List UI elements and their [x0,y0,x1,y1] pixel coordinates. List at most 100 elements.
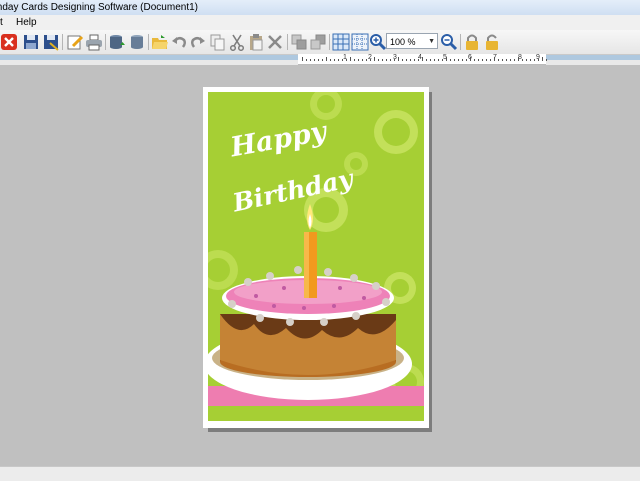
ruler-tick [362,59,363,61]
ruler-tick [334,59,335,61]
ruler-tick [366,59,367,61]
ruler-tick [390,59,391,61]
lock-icon[interactable] [463,33,481,51]
ruler-tick [526,59,527,61]
ruler-tick [414,59,415,61]
ruler-tick [438,59,439,61]
ruler-tick [426,59,427,61]
ruler-tick [522,59,523,61]
ruler-tick [538,59,539,61]
database-export-icon[interactable] [108,33,126,51]
ruler-tick [470,57,471,61]
ruler-tick [482,59,483,61]
ruler-tick [370,59,371,61]
ruler-tick [406,59,407,61]
ruler-tick [422,57,423,61]
ruler-tick [342,59,343,61]
menu-item-help[interactable]: Help [16,15,37,30]
ruler-tick [346,59,347,61]
zoom-in-icon[interactable] [369,33,387,51]
ruler-tick [306,59,307,61]
ruler-tick [310,59,311,61]
ruler-tick [510,59,511,61]
ruler-tick [486,59,487,61]
print-icon[interactable] [85,33,103,51]
ruler-tick [382,59,383,61]
toolbar-separator [105,34,106,50]
horizontal-ruler: 1 2 3 4 5 6 7 8 9 [298,54,547,65]
menu-item-edit[interactable]: t [0,15,3,30]
ruler-tick [494,57,495,61]
unlock-icon[interactable] [483,33,501,51]
copy-icon[interactable] [209,33,227,51]
card-artwork: Happy Birthday [208,92,424,406]
ruler-tick [490,59,491,61]
ruler-tick [542,57,543,61]
ruler-tick [466,59,467,61]
ruler-tick [386,59,387,61]
ruler-tick [518,57,519,61]
ruler-tick [474,59,475,61]
ruler-tick [358,59,359,61]
greeting-line1: Happy [227,116,331,164]
zoom-select[interactable]: 100 % ▼ [386,33,438,49]
cut-icon[interactable] [228,33,246,51]
edit-icon[interactable] [66,33,84,51]
ruler-tick [454,59,455,61]
save-as-icon[interactable] [42,33,60,51]
ruler-tick [546,59,547,61]
ruler-tick [330,59,331,61]
ruler-tick [458,59,459,61]
toolbar-separator [148,34,149,50]
title-bar: thday Cards Designing Software (Document… [0,0,640,15]
ruler-tick [514,59,515,61]
ruler-tick [478,59,479,61]
ruler-tick [374,57,375,61]
ruler-tick [442,59,443,61]
ruler-tick [314,59,315,61]
ruler-tick [410,59,411,61]
birthday-card[interactable]: Happy Birthday [208,92,424,421]
menu-bar: t Help [0,15,640,30]
ruler-tick [534,59,535,61]
zoom-value: 100 % [390,37,416,47]
window-title: thday Cards Designing Software (Document… [0,2,198,13]
toolbar-separator [62,34,63,50]
ruler-tick [498,59,499,61]
ruler-tick [354,59,355,61]
ruler-tick [446,57,447,61]
undo-icon[interactable] [170,33,188,51]
redo-icon[interactable] [189,33,207,51]
toolbar-separator [329,34,330,50]
ruler-tick [506,59,507,61]
ruler-tick [350,57,351,61]
paste-icon[interactable] [247,33,265,51]
toolbar [0,30,640,55]
zoom-out-icon[interactable] [440,33,458,51]
ruler-tick [378,59,379,61]
ruler-tick [318,59,319,61]
ruler-tick [462,59,463,61]
ruler-tick [502,59,503,61]
ruler-tick [398,57,399,61]
ruler-tick [434,59,435,61]
ruler-tick [322,59,323,61]
ruler-tick [394,59,395,61]
bring-front-icon[interactable] [290,33,308,51]
chevron-down-icon: ▼ [428,38,435,45]
save-icon[interactable] [22,33,40,51]
database-icon[interactable] [128,33,146,51]
toolbar-separator [287,34,288,50]
grid-icon[interactable] [332,33,350,51]
close-icon[interactable] [0,33,18,51]
delete-icon[interactable] [266,33,284,51]
ruler-tick [450,59,451,61]
ruler-tick [338,59,339,61]
status-bar [0,466,640,481]
ruler-tick [326,57,327,61]
ruler-tick [430,59,431,61]
open-folder-icon[interactable] [151,33,169,51]
ruler-tick [302,57,303,61]
send-back-icon[interactable] [309,33,327,51]
snap-grid-icon[interactable] [351,33,369,51]
